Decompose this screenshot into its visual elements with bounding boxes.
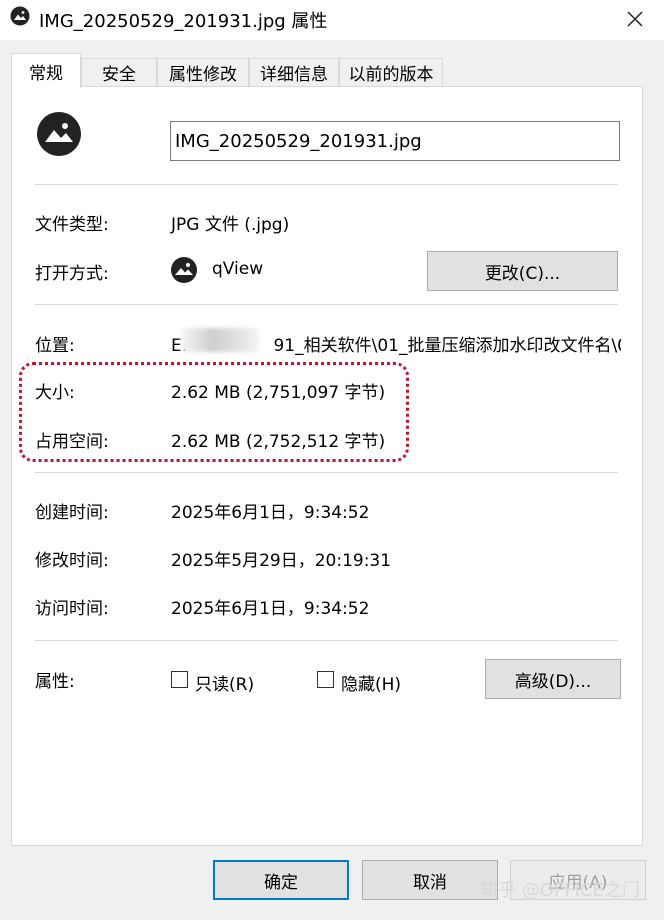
created-value: 2025年6月1日，9:34:52 [171,503,370,523]
size-highlight-annotation [19,362,409,462]
button-label: 取消 [413,872,447,893]
close-button[interactable] [606,0,664,38]
tab-label: 安全 [102,65,136,85]
button-label: 更改(C)... [484,263,561,284]
tab-previous-versions[interactable]: 以前的版本 [339,58,443,86]
tab-attribute-edit[interactable]: 属性修改 [157,58,249,86]
divider [35,472,618,473]
image-file-icon [37,112,81,156]
tab-label: 常规 [29,63,63,84]
tab-general[interactable]: 常规 [11,53,81,88]
qview-app-icon [171,257,197,283]
file-name-input[interactable] [170,121,620,161]
window-title: IMG_20250529_201931.jpg 属性 [39,11,328,32]
image-file-icon [10,6,30,26]
divider [35,640,618,641]
file-type-label: 文件类型: [35,215,109,235]
watermark: 知乎 @OFFICE之门 [480,880,640,901]
tab-label: 属性修改 [169,65,237,85]
divider [35,184,618,185]
change-button[interactable]: 更改(C)... [427,251,618,291]
modified-label: 修改时间: [35,551,109,571]
location-label: 位置: [35,336,75,356]
file-type-value: JPG 文件 (.jpg) [171,215,290,235]
advanced-button[interactable]: 高级(D)... [485,659,621,699]
tab-details[interactable]: 详细信息 [249,58,339,86]
accessed-value: 2025年6月1日，9:34:52 [171,599,370,619]
tab-label: 详细信息 [260,65,328,85]
ok-button[interactable]: 确定 [213,860,349,900]
divider [35,304,618,305]
hidden-checkbox[interactable] [317,671,334,688]
modified-value: 2025年5月29日，20:19:31 [171,551,392,571]
close-icon [627,11,643,27]
readonly-label: 只读(R) [195,675,255,695]
button-label: 确定 [264,872,298,893]
accessed-label: 访问时间: [35,599,109,619]
redaction-blur [181,328,259,352]
button-label: 高级(D)... [514,671,592,692]
hidden-label: 隐藏(H) [341,675,402,695]
cancel-button[interactable]: 取消 [362,860,498,900]
tab-security[interactable]: 安全 [81,58,157,86]
attributes-label: 属性: [35,672,75,692]
tab-label: 以前的版本 [348,65,434,85]
open-with-value: qView [212,259,264,279]
location-path: 91_相关软件\01_批量压缩添加水印改文件名\0 [273,336,621,356]
created-label: 创建时间: [35,503,109,523]
general-panel [11,86,643,846]
open-with-label: 打开方式: [35,264,109,284]
title-bar: IMG_20250529_201931.jpg 属性 [0,0,664,40]
readonly-checkbox[interactable] [171,671,188,688]
